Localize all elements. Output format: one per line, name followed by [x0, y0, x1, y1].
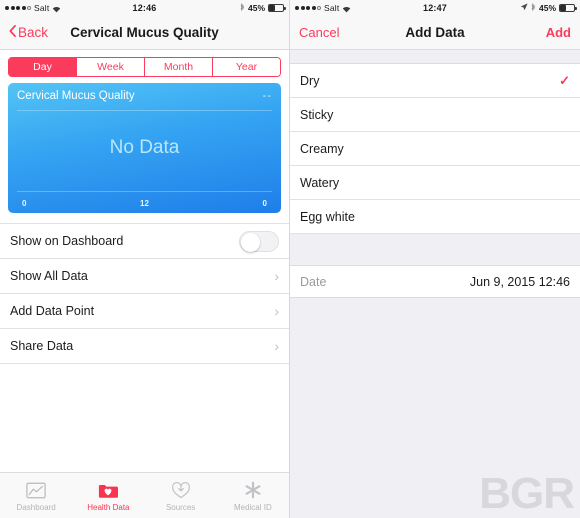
option-row-watery[interactable]: Watery — [290, 166, 580, 200]
cancel-button[interactable]: Cancel — [299, 25, 339, 40]
right-screen-add-data: Salt 12:47 45% Cancel Add Data Add Dry ✓… — [290, 0, 580, 518]
row-show-all-data[interactable]: Show All Data › — [0, 259, 289, 294]
medical-id-asterisk-icon — [243, 480, 263, 501]
row-add-data-point[interactable]: Add Data Point › — [0, 294, 289, 329]
option-label: Creamy — [300, 141, 344, 156]
sources-download-heart-icon — [171, 480, 191, 501]
date-value: Jun 9, 2015 12:46 — [469, 274, 570, 289]
carrier-name: Salt — [324, 3, 340, 13]
status-bar-left-group: Salt — [5, 3, 240, 13]
chart-card[interactable]: Cervical Mucus Quality -- No Data 0 12 0 — [8, 83, 281, 213]
date-row[interactable]: Date Jun 9, 2015 12:46 — [290, 266, 580, 298]
tab-health-data[interactable]: Health Data — [72, 480, 144, 512]
date-label: Date — [300, 274, 327, 289]
row-share-data[interactable]: Share Data › — [0, 329, 289, 364]
option-label: Sticky — [300, 107, 334, 122]
battery-percent: 45% — [538, 3, 556, 13]
status-bar-left-group: Salt — [295, 3, 520, 13]
dashboard-chart-icon — [26, 480, 46, 501]
tab-label: Health Data — [87, 502, 130, 512]
option-row-dry[interactable]: Dry ✓ — [290, 64, 580, 98]
row-label: Add Data Point — [10, 304, 95, 318]
group-spacer-middle — [290, 234, 580, 266]
bluetooth-icon — [240, 2, 245, 14]
status-bar-right-group: 45% — [240, 2, 286, 14]
battery-percent: 45% — [247, 3, 265, 13]
option-row-sticky[interactable]: Sticky — [290, 98, 580, 132]
show-on-dashboard-toggle[interactable] — [239, 230, 279, 252]
back-button[interactable]: Back — [9, 24, 48, 42]
tab-bar: Dashboard Health Data Sources Medical ID — [0, 472, 289, 518]
chevron-left-icon — [9, 24, 16, 42]
wifi-icon — [342, 5, 351, 12]
dual-screenshot-container: Salt 12:46 45% Back Cervical Mucus Quali… — [0, 0, 580, 518]
time-range-segmented-control[interactable]: Day Week Month Year — [8, 57, 281, 77]
segment-month[interactable]: Month — [145, 58, 213, 76]
segment-day[interactable]: Day — [9, 58, 77, 76]
time-range-segmented-wrap: Day Week Month Year — [0, 50, 289, 83]
row-show-on-dashboard[interactable]: Show on Dashboard — [0, 224, 289, 259]
wifi-icon — [52, 5, 61, 12]
back-button-label: Back — [18, 25, 49, 40]
group-spacer-top — [290, 50, 580, 64]
axis-label-right: 0 — [262, 199, 267, 208]
add-data-body: Dry ✓ Sticky Creamy Watery Egg white Dat… — [290, 50, 580, 518]
option-row-creamy[interactable]: Creamy — [290, 132, 580, 166]
row-label: Show on Dashboard — [10, 234, 124, 248]
left-screen-health-detail: Salt 12:46 45% Back Cervical Mucus Quali… — [0, 0, 290, 518]
segment-year[interactable]: Year — [213, 58, 280, 76]
tab-dashboard[interactable]: Dashboard — [0, 480, 72, 512]
tab-label: Dashboard — [16, 502, 56, 512]
bgr-watermark: BGR — [479, 469, 575, 518]
status-bar-right: Salt 12:47 45% — [290, 0, 580, 16]
carrier-name: Salt — [34, 3, 50, 13]
add-button[interactable]: Add — [546, 25, 571, 40]
segment-week[interactable]: Week — [77, 58, 145, 76]
axis-label-left: 0 — [22, 199, 27, 208]
option-label: Dry — [300, 73, 320, 88]
status-bar-left: Salt 12:46 45% — [0, 0, 289, 16]
signal-strength-icon — [295, 6, 321, 10]
tab-label: Sources — [165, 502, 196, 512]
row-label: Share Data — [10, 339, 74, 353]
option-row-egg-white[interactable]: Egg white — [290, 200, 580, 234]
options-list: Show on Dashboard Show All Data › Add Da… — [0, 223, 289, 364]
option-label: Watery — [300, 175, 340, 190]
chart-axis-labels: 0 12 0 — [8, 199, 281, 208]
checkmark-icon: ✓ — [559, 72, 570, 88]
row-label: Show All Data — [10, 269, 88, 283]
nav-bar-left: Back Cervical Mucus Quality — [0, 16, 289, 50]
chart-no-data-label: No Data — [109, 137, 180, 158]
tab-label: Medical ID — [233, 502, 272, 512]
chevron-right-icon: › — [274, 338, 279, 354]
toggle-knob — [241, 232, 260, 252]
axis-label-center: 12 — [140, 199, 149, 208]
nav-bar-right: Cancel Add Data Add — [290, 16, 580, 50]
status-bar-right-group: 45% — [520, 2, 577, 14]
option-label: Egg white — [300, 209, 355, 224]
battery-icon — [268, 4, 286, 12]
signal-strength-icon — [5, 6, 31, 10]
chevron-right-icon: › — [274, 303, 279, 319]
tab-medical-id[interactable]: Medical ID — [217, 480, 289, 512]
battery-icon — [559, 4, 577, 12]
health-data-folder-heart-icon — [98, 480, 119, 501]
chevron-right-icon: › — [274, 268, 279, 284]
bluetooth-icon — [531, 2, 536, 14]
location-arrow-icon — [520, 3, 528, 13]
tab-sources[interactable]: Sources — [145, 480, 217, 512]
